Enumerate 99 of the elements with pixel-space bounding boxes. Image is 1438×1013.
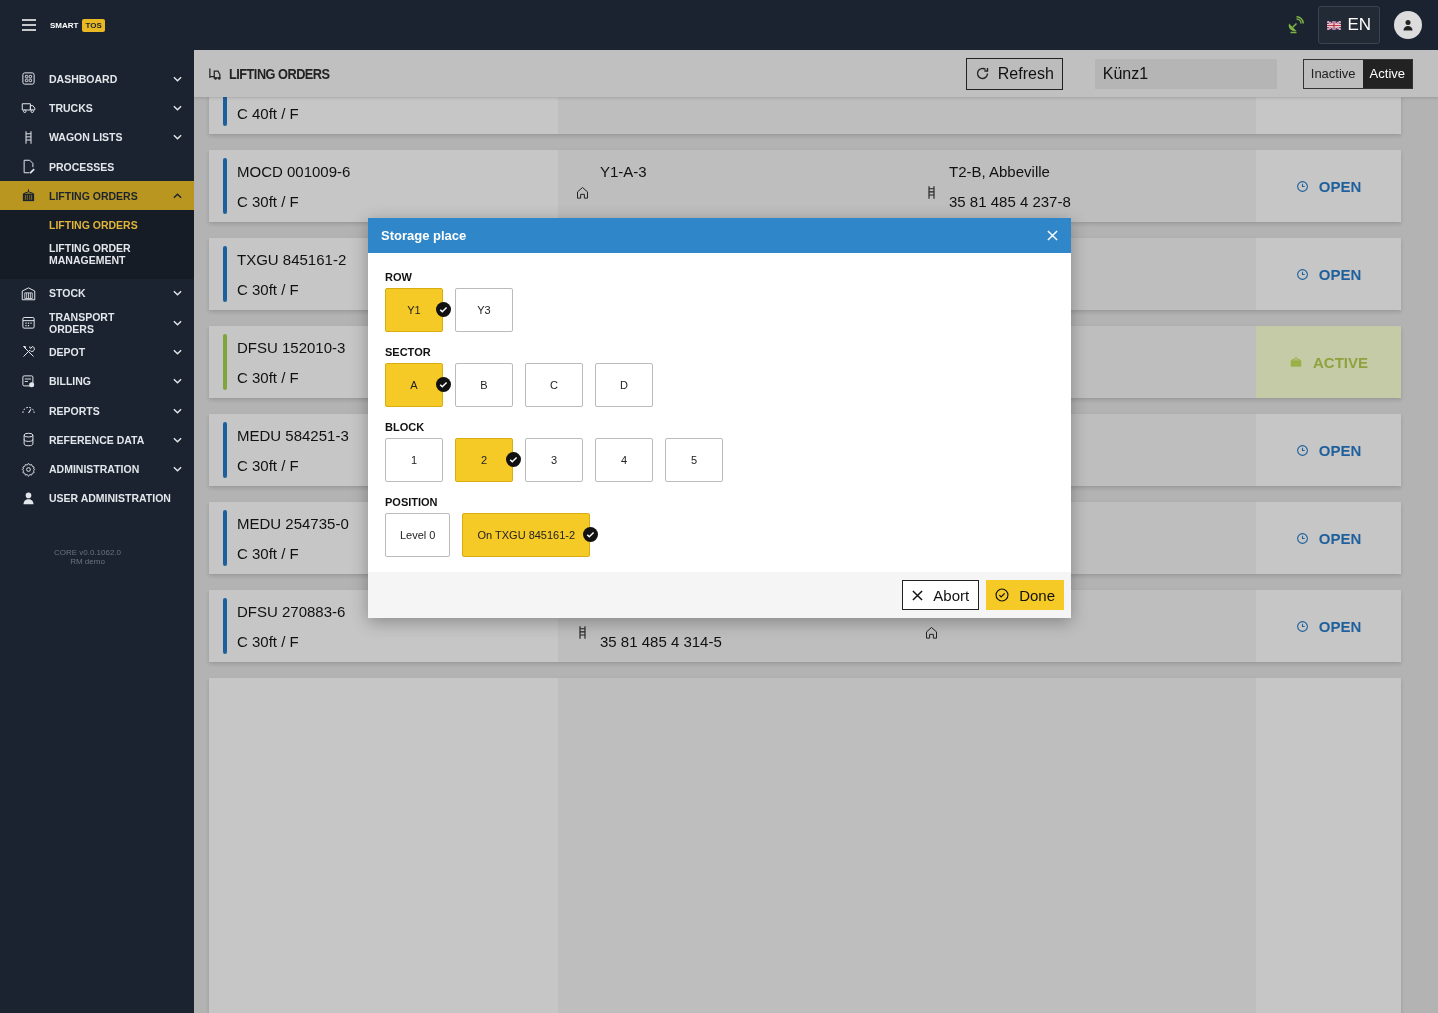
container-type: C 30ft / F <box>237 280 299 298</box>
user-icon <box>1402 19 1414 31</box>
submenu-item[interactable]: LIFTING ORDER MANAGEMENT <box>0 236 194 271</box>
sidebar-item[interactable]: USER ADMINISTRATION <box>0 483 194 514</box>
language-button[interactable]: EN <box>1318 6 1380 44</box>
warehouse-icon <box>21 285 36 301</box>
container-type: C 40ft / F <box>237 104 299 122</box>
container-icon <box>21 188 36 204</box>
document-edit-icon <box>21 159 36 175</box>
wagon-number: 35 81 485 4 314-5 <box>600 632 722 650</box>
clock-icon <box>1295 179 1309 193</box>
sidebar-item[interactable]: STOCK <box>0 278 194 308</box>
forklift-icon <box>208 66 223 81</box>
house-icon <box>575 184 590 200</box>
logo-text: SMART <box>50 20 79 30</box>
group-label: ROW <box>385 271 413 283</box>
container-number: MOCD 001009-6 <box>237 162 351 180</box>
user-icon <box>21 490 36 506</box>
refresh-button[interactable]: Refresh <box>965 57 1063 90</box>
status-label: OPEN <box>1295 529 1362 547</box>
database-icon <box>21 432 36 448</box>
close-icon[interactable] <box>1047 230 1058 241</box>
dialog-title: Storage place <box>381 228 467 243</box>
submenu-item[interactable]: LIFTING ORDERS <box>0 214 194 237</box>
option-button[interactable]: 3 <box>525 438 583 482</box>
option-button[interactable]: 2 <box>455 438 513 482</box>
abort-button[interactable]: Abort <box>902 580 980 610</box>
container-number: MEDU 254735-0 <box>237 514 349 532</box>
sidebar-item[interactable]: REFERENCE DATA <box>0 425 194 455</box>
clock-icon <box>1295 267 1309 281</box>
option-button[interactable]: 1 <box>385 438 443 482</box>
truck-icon <box>21 100 36 116</box>
clock-icon <box>1295 531 1309 545</box>
wagon-number: 35 81 485 4 237-8 <box>949 192 1071 210</box>
container-number: TXGU 845161-2 <box>237 250 347 268</box>
clock-icon <box>1295 619 1309 633</box>
menu-icon[interactable] <box>22 19 36 31</box>
clock-icon <box>1295 443 1309 457</box>
sidebar-item[interactable]: BILLING <box>0 366 194 396</box>
check-icon <box>583 527 599 542</box>
sidebar-item[interactable]: WAGON LISTS <box>0 122 194 152</box>
flag-icon <box>1327 20 1342 30</box>
check-circle-icon <box>995 588 1010 602</box>
option-button[interactable]: B <box>455 363 513 407</box>
sidebar-item[interactable]: TRUCKS <box>0 93 194 123</box>
check-icon <box>506 452 521 467</box>
option-button[interactable]: Level 0 <box>385 513 451 557</box>
group-label: BLOCK <box>385 421 426 433</box>
search-field[interactable]: Künz1 <box>1094 58 1277 89</box>
environment-text: RM demo <box>69 557 106 567</box>
container-type: C 30ft / F <box>237 456 299 474</box>
container-type: C 30ft / F <box>237 368 299 386</box>
version-text: CORE v0.0.1062.0 <box>52 549 123 558</box>
group-label: SECTOR <box>385 346 432 358</box>
sidebar-item[interactable]: DASHBOARD <box>0 64 194 94</box>
option-button[interactable]: C <box>525 363 583 407</box>
option-button[interactable]: D <box>595 363 653 407</box>
close-icon <box>912 589 924 601</box>
house-icon <box>924 624 939 640</box>
page-title: LIFTING ORDERS <box>229 65 330 82</box>
logo-badge: TOS <box>82 18 105 32</box>
status-label: OPEN <box>1295 265 1362 283</box>
sidebar-item[interactable]: LIFTING ORDERS <box>0 181 194 211</box>
container-number: DFSU 152010-3 <box>237 338 346 356</box>
container-type: C 30ft / F <box>237 544 299 562</box>
container-type: C 30ft / F <box>237 192 299 210</box>
status-label: OPEN <box>1295 177 1362 195</box>
status-label: OPEN <box>1295 441 1362 459</box>
filter-toggle[interactable]: Active <box>1362 59 1412 88</box>
destination-text: T2-B, Abbeville <box>949 162 1050 180</box>
settings-icon <box>21 461 36 477</box>
option-button[interactable]: On TXGU 845161-2 <box>462 513 591 557</box>
status-label: ACTIVE <box>1289 353 1368 371</box>
option-button[interactable]: Y1 <box>385 288 443 332</box>
status-label: OPEN <box>1295 617 1362 635</box>
sidebar-item[interactable]: TRANSPORT ORDERS <box>0 307 194 338</box>
option-button[interactable]: A <box>385 363 443 407</box>
refresh-icon <box>974 66 990 81</box>
calendar-icon <box>21 315 36 331</box>
group-label: POSITION <box>385 496 439 508</box>
sidebar-item[interactable]: REPORTS <box>0 395 194 426</box>
container-type: C 30ft / F <box>237 632 299 650</box>
avatar-button[interactable] <box>1394 11 1422 39</box>
grid-icon <box>21 71 36 87</box>
option-button[interactable]: 5 <box>665 438 723 482</box>
option-button[interactable]: Y3 <box>455 288 513 332</box>
container-icon <box>1289 355 1303 369</box>
container-number: MEDU 584251-3 <box>237 426 349 444</box>
check-icon <box>436 302 451 317</box>
satellite-icon[interactable] <box>1286 16 1305 34</box>
check-icon <box>436 377 451 392</box>
location-text: Y1-A-3 <box>600 162 647 180</box>
option-button[interactable]: 4 <box>595 438 653 482</box>
sidebar-item[interactable]: ADMINISTRATION <box>0 454 194 484</box>
sidebar-item[interactable]: PROCESSES <box>0 151 194 182</box>
done-button[interactable]: Done <box>986 580 1064 610</box>
container-number: DFSU 270883-6 <box>237 602 346 620</box>
invoice-icon <box>21 373 36 389</box>
sidebar-item[interactable]: DEPOT <box>0 337 194 367</box>
